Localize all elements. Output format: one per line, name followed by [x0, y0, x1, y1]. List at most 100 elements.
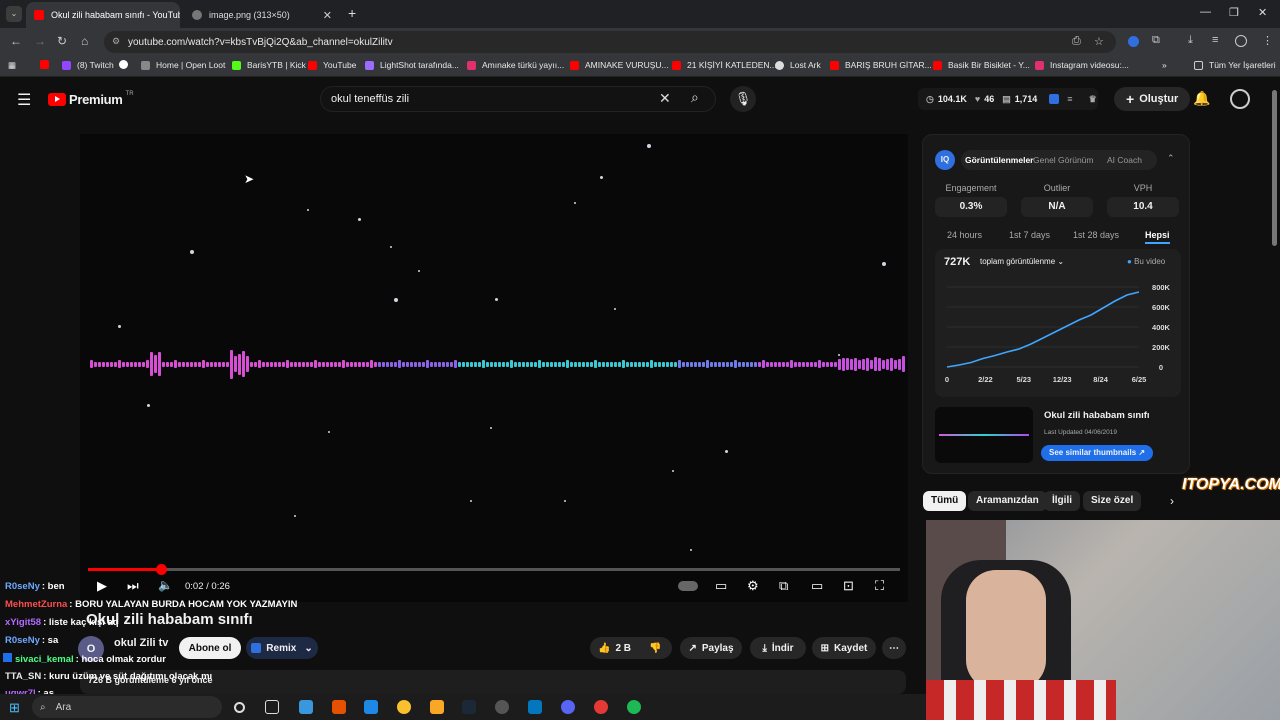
bookmark-item[interactable]: (8) Twitch — [62, 60, 114, 70]
url-bar[interactable]: ⚙ youtube.com/watch?v=kbsTvBjQi2Q&ab_cha… — [104, 31, 1116, 53]
tab-ai-coach[interactable]: AI Coach — [1107, 155, 1142, 165]
chips-next-chevron-icon[interactable]: › — [1170, 494, 1174, 508]
tab-youtube[interactable]: Okul zili hababam sınıfı - YouTube ✕ — [26, 2, 180, 28]
chip-for-you[interactable]: Size özel — [1083, 491, 1142, 511]
bookmark-star-icon[interactable]: ☆ — [1094, 35, 1104, 48]
create-button[interactable]: + Oluştur — [1114, 87, 1191, 111]
spotify-icon[interactable] — [627, 700, 641, 714]
remix-button[interactable]: Remix ⌄ — [246, 637, 318, 659]
chip-all[interactable]: Tümü — [923, 491, 967, 511]
profile-avatar-icon[interactable] — [1235, 35, 1247, 47]
windows-start-icon[interactable]: ⊞ — [9, 700, 20, 716]
bookmark-item[interactable]: Home | Open Loot — [141, 60, 225, 70]
cast-icon[interactable]: ⊡ — [843, 578, 854, 594]
settings-gear-icon[interactable]: ⚙ — [747, 578, 759, 594]
volume-icon[interactable]: 🔈 — [158, 578, 173, 592]
bookmark-item[interactable]: BarisYTB | Kick — [232, 60, 306, 70]
range-all[interactable]: Hepsi — [1145, 230, 1170, 244]
home-icon[interactable]: ⌂ — [81, 34, 88, 48]
task-view-icon[interactable] — [265, 700, 279, 714]
hamburger-menu-icon[interactable]: ☰ — [17, 90, 31, 110]
bookmark-youtube-icon[interactable] — [40, 60, 55, 69]
dislike-icon[interactable]: 👎 — [649, 643, 661, 654]
cortana-icon[interactable] — [234, 702, 245, 713]
chrome-icon[interactable] — [397, 700, 411, 714]
app-icon[interactable] — [495, 700, 509, 714]
apps-grid-icon[interactable]: ▦ — [8, 60, 16, 71]
bookmark-item[interactable]: BARIŞ BRUH GİTAR... — [830, 60, 932, 70]
media-control-icon[interactable]: ≡ — [1212, 34, 1218, 46]
progress-bar[interactable] — [88, 564, 900, 575]
thumbnail-preview[interactable] — [935, 407, 1033, 463]
app-icon[interactable] — [332, 700, 346, 714]
discord-icon[interactable] — [561, 700, 575, 714]
vidiq-extension-icon[interactable] — [1128, 36, 1139, 47]
bookmark-item[interactable]: YouTube — [308, 60, 356, 70]
file-explorer-icon[interactable] — [430, 700, 444, 714]
subtitles-icon[interactable]: ▭ — [715, 578, 727, 594]
miniplayer-icon[interactable]: ⧉ — [779, 578, 788, 594]
bookmark-item[interactable]: AMINAKE VURUŞU... — [570, 60, 669, 70]
minimize-button[interactable]: — — [1200, 6, 1211, 18]
video-player[interactable]: ➤ — [80, 134, 908, 602]
search-icon[interactable]: ⌕ — [691, 89, 699, 106]
tab-image[interactable]: image.png (313×50) ✕ — [184, 2, 340, 28]
chip-related[interactable]: İlgili — [1044, 491, 1080, 511]
share-button[interactable]: ↗ Paylaş — [680, 637, 742, 659]
bookmarks-overflow-icon[interactable]: » — [1162, 60, 1167, 70]
app-icon[interactable] — [528, 700, 542, 714]
back-button[interactable]: ← — [10, 34, 22, 48]
reload-button[interactable]: ↻ — [57, 34, 67, 48]
theater-mode-icon[interactable]: ▭ — [811, 578, 823, 594]
notifications-bell-icon[interactable]: 🔔 — [1193, 90, 1210, 107]
chip-from-search[interactable]: Aramanızdan — [968, 491, 1047, 511]
autoplay-toggle[interactable] — [678, 581, 698, 591]
page-scrollbar[interactable] — [1272, 90, 1277, 246]
forward-button[interactable]: → — [34, 34, 46, 48]
search-input[interactable]: okul teneffüs zili ✕ ⌕ — [320, 86, 716, 112]
taskbar-search[interactable]: ⌕ Ara — [32, 696, 222, 718]
bookmark-item[interactable]: Amınake türkü yayıı... — [467, 60, 564, 70]
voice-search-icon[interactable]: 🎙 — [730, 86, 756, 112]
next-button[interactable]: ⏭ — [127, 578, 139, 594]
bookmark-item[interactable]: Instagram videosu:... — [1035, 60, 1129, 70]
browser-menu-icon[interactable]: ⋮ — [1262, 34, 1273, 47]
subscribe-button[interactable]: Abone ol — [179, 637, 241, 659]
channel-name[interactable]: okul Zili tv — [114, 637, 168, 649]
new-tab-button[interactable]: + — [348, 5, 356, 21]
collapse-chevron-icon[interactable]: ⌃ — [1167, 153, 1175, 164]
tab-overview[interactable]: Genel Görünüm — [1033, 155, 1093, 165]
vidiq-stats-bar[interactable]: ◷ 104.1K ♥ 46 ▤ 1,714 ≡ ♛ — [918, 88, 1098, 110]
copilot-icon[interactable] — [299, 700, 313, 714]
clear-search-icon[interactable]: ✕ — [659, 90, 671, 107]
progress-scrubber[interactable] — [156, 564, 168, 575]
views-dropdown[interactable]: toplam görüntülenme ⌄ — [980, 257, 1064, 266]
bookmark-item[interactable]: Lost Ark — [775, 60, 821, 70]
window-close-button[interactable]: ✕ — [1258, 6, 1267, 19]
fullscreen-icon[interactable]: ⛶ — [875, 578, 884, 594]
site-info-icon[interactable]: ⚙ — [112, 36, 120, 47]
bookmark-item[interactable]: 21 KİŞİYİ KATLEDEN... — [672, 60, 777, 70]
range-24h[interactable]: 24 hours — [947, 230, 982, 240]
play-button[interactable]: ▶ — [97, 578, 107, 594]
download-icon[interactable]: ⤓ — [1188, 34, 1193, 47]
save-button[interactable]: ⊞ Kaydet — [812, 637, 876, 659]
maximize-button[interactable]: ❐ — [1229, 6, 1239, 19]
range-28d[interactable]: 1st 28 days — [1073, 230, 1119, 240]
account-avatar[interactable] — [1230, 89, 1250, 109]
browser-active-icon[interactable] — [594, 700, 608, 714]
steam-icon[interactable] — [462, 700, 476, 714]
bookmark-item[interactable]: Basik Bir Bisiklet - Y... — [933, 60, 1030, 70]
bookmark-google-icon[interactable] — [119, 60, 134, 69]
tab-close-icon[interactable]: ✕ — [323, 9, 332, 22]
more-actions-button[interactable]: ⋯ — [882, 637, 906, 659]
all-bookmarks-folder[interactable]: Tüm Yer İşaretleri — [1194, 60, 1276, 70]
store-icon[interactable] — [364, 700, 378, 714]
see-similar-thumbnails-button[interactable]: See similar thumbnails ↗ — [1041, 445, 1154, 461]
tab-views[interactable]: Görüntülenmeler — [965, 155, 1033, 165]
download-button[interactable]: ⤓ İndir — [750, 637, 806, 659]
youtube-logo[interactable]: Premium TR — [48, 91, 134, 107]
range-7d[interactable]: 1st 7 days — [1009, 230, 1050, 240]
bookmark-item[interactable]: LightShot tarafında... — [365, 60, 459, 70]
tab-search-button[interactable]: ⌄ — [6, 6, 22, 22]
